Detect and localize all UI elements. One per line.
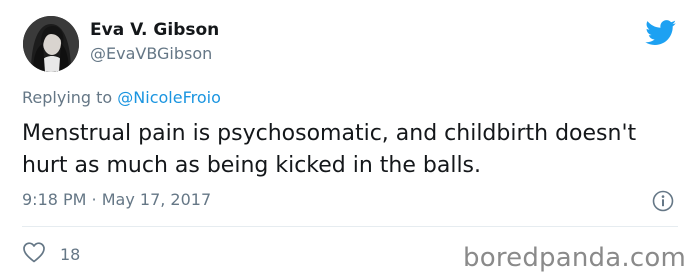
- avatar-image: [23, 16, 79, 72]
- heart-icon: [22, 241, 46, 267]
- like-count: 18: [60, 244, 81, 264]
- tweet-card: Eva V. Gibson @EvaVBGibson Replying to @…: [0, 0, 700, 280]
- twitter-bird-icon[interactable]: [645, 20, 677, 46]
- divider: [22, 226, 678, 227]
- like-button[interactable]: 18: [22, 242, 80, 266]
- info-icon[interactable]: [652, 190, 674, 212]
- watermark: boredpanda.com: [463, 243, 686, 273]
- reply-context: Replying to @NicoleFroio: [22, 88, 221, 107]
- reply-mention-link[interactable]: @NicoleFroio: [117, 88, 221, 107]
- author-display-name[interactable]: Eva V. Gibson: [90, 20, 219, 40]
- tweet-text: Menstrual pain is psychosomatic, and chi…: [22, 121, 637, 178]
- tweet-timestamp[interactable]: 9:18 PM · May 17, 2017: [22, 190, 211, 209]
- reply-prefix: Replying to: [22, 88, 113, 107]
- author-handle[interactable]: @EvaVBGibson: [90, 44, 212, 63]
- avatar[interactable]: [23, 16, 79, 72]
